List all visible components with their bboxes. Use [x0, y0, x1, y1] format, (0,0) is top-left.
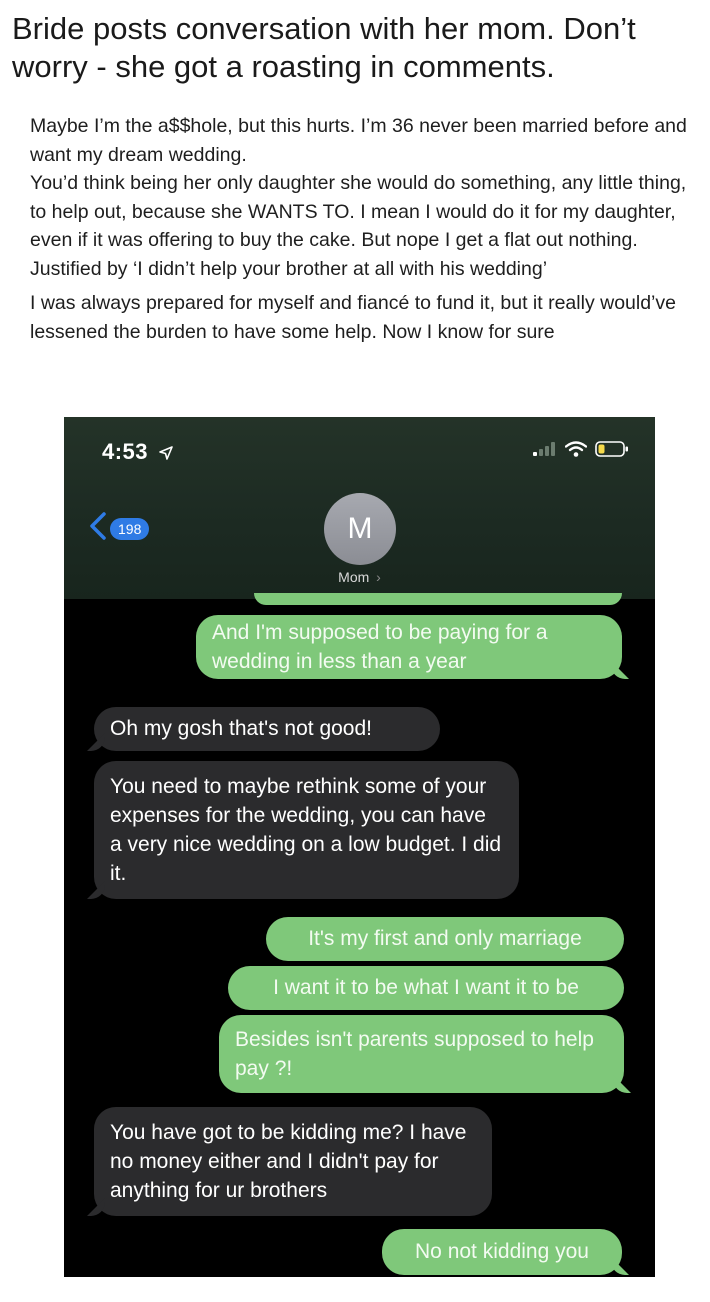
received-message[interactable]: You have got to be kidding me? I have no… [94, 1107, 492, 1216]
contact-avatar[interactable]: M [324, 493, 396, 565]
unread-count-badge: 198 [110, 517, 150, 540]
message-text: I want it to be what I want it to be [273, 976, 579, 999]
sent-message[interactable]: I want it to be what I want it to be [228, 966, 624, 1010]
wifi-icon [564, 440, 588, 462]
message-text: You have got to be kidding me? I have no… [110, 1121, 467, 1202]
status-bar-time: 4:53 [102, 439, 173, 466]
messages-screenshot: 4:53 198 M Mom › And I'm supposed to be … [64, 417, 655, 1277]
contact-name: Mom [338, 569, 370, 585]
chevron-left-icon [88, 511, 108, 546]
sent-message[interactable]: No not kidding you [382, 1229, 622, 1275]
status-bar-indicators [533, 440, 629, 462]
cellular-signal-icon [533, 441, 557, 461]
message-text: It's my first and only marriage [308, 927, 582, 950]
received-message[interactable]: Oh my gosh that's not good! [94, 707, 440, 751]
message-text: No not kidding you [415, 1240, 589, 1263]
message-text: You need to maybe rethink some of your e… [110, 775, 502, 885]
headline: Bride posts conversation with her mom. D… [12, 11, 636, 84]
back-button[interactable]: 198 [88, 511, 150, 546]
conversation-header: 4:53 198 M Mom › [64, 417, 655, 599]
chevron-right-icon: › [376, 569, 381, 585]
sent-message[interactable]: Besides isn't parents supposed to help p… [219, 1015, 624, 1093]
message-text: Besides isn't parents supposed to help p… [235, 1028, 594, 1080]
post-paragraph: You’d think being her only daughter she … [30, 172, 687, 280]
sent-message[interactable]: And I'm supposed to be paying for a wedd… [196, 615, 622, 679]
contact-name-button[interactable]: Mom › [64, 569, 655, 585]
location-arrow-icon [158, 440, 173, 466]
received-message[interactable]: You need to maybe rethink some of your e… [94, 761, 519, 899]
message-text: Oh my gosh that's not good! [110, 717, 372, 740]
sent-message[interactable]: It's my first and only marriage [266, 917, 624, 961]
message-text: And I'm supposed to be paying for a wedd… [212, 621, 548, 673]
post-paragraph: Maybe I’m the a$$hole, but this hurts. I… [30, 115, 687, 166]
post-paragraph: I was always prepared for myself and fia… [30, 292, 676, 343]
battery-icon [595, 440, 629, 462]
partial-message-bubble [254, 593, 622, 605]
post-body: Maybe I’m the a$$hole, but this hurts. I… [30, 112, 690, 346]
